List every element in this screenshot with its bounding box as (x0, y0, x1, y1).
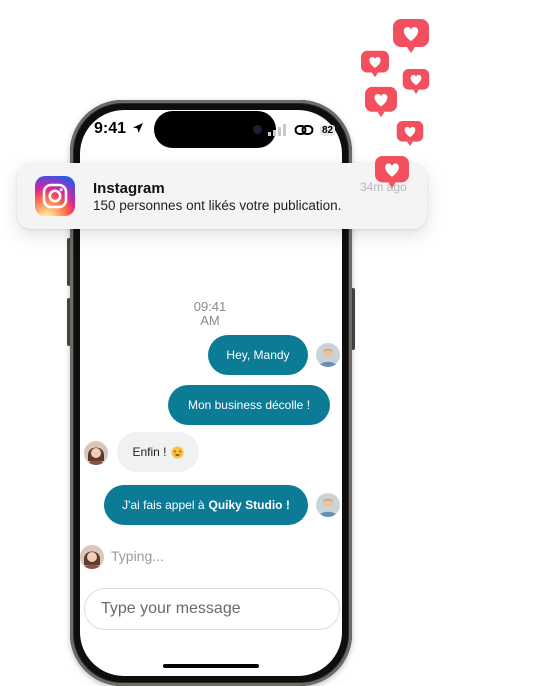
battery-level: 82 (320, 124, 336, 136)
link-icon (294, 125, 314, 135)
message-bubble-outgoing: Mon business décolle ! (168, 385, 330, 425)
status-time-text: 9:41 (94, 120, 127, 137)
instagram-app-icon (35, 176, 75, 216)
home-indicator[interactable] (163, 664, 259, 668)
message-input[interactable] (84, 588, 340, 630)
avatar-me (316, 493, 340, 517)
message-text: Enfin ! (132, 445, 167, 459)
message-bubble-outgoing: J'ai fais appel à Quiky Studio ! (104, 485, 308, 525)
heart-badge-icon (364, 86, 398, 123)
notification-message: 150 personnes ont likés votre publicatio… (93, 198, 342, 213)
status-time: 9:41 (94, 120, 144, 138)
avatar-me (316, 343, 340, 367)
heart-badge-icon (374, 155, 410, 194)
star-struck-emoji-icon (170, 445, 184, 459)
instagram-notification[interactable] (17, 163, 427, 229)
heart-badge-icon (396, 120, 424, 152)
message-text-bold: Quiky Studio ! (208, 498, 290, 512)
message-bubble-incoming: Enfin ! (117, 432, 199, 472)
chat-timestamp-ampm: AM (200, 313, 220, 328)
location-arrow-icon (133, 123, 144, 133)
message-text: Mon business décolle ! (187, 398, 311, 412)
message-text-prefix: J'ai fais appel à (122, 498, 205, 512)
notification-app-name: Instagram (93, 180, 165, 197)
status-icons: 82 (268, 123, 336, 137)
avatar-mandy (80, 545, 104, 569)
dynamic-island (154, 111, 276, 148)
message-bubble-outgoing: Hey, Mandy (208, 335, 308, 375)
heart-badge-icon (402, 68, 430, 100)
camera-icon (253, 125, 262, 134)
heart-badge-icon (392, 18, 430, 59)
signal-bars-icon (268, 124, 286, 136)
avatar-mandy (84, 441, 108, 465)
message-text: Hey, Mandy (226, 348, 290, 362)
heart-badge-icon (360, 50, 390, 83)
chat-timestamp: 09:41 AM (180, 300, 240, 328)
chat-timestamp-time: 09:41 (193, 299, 227, 314)
typing-indicator: Typing... (111, 548, 164, 564)
